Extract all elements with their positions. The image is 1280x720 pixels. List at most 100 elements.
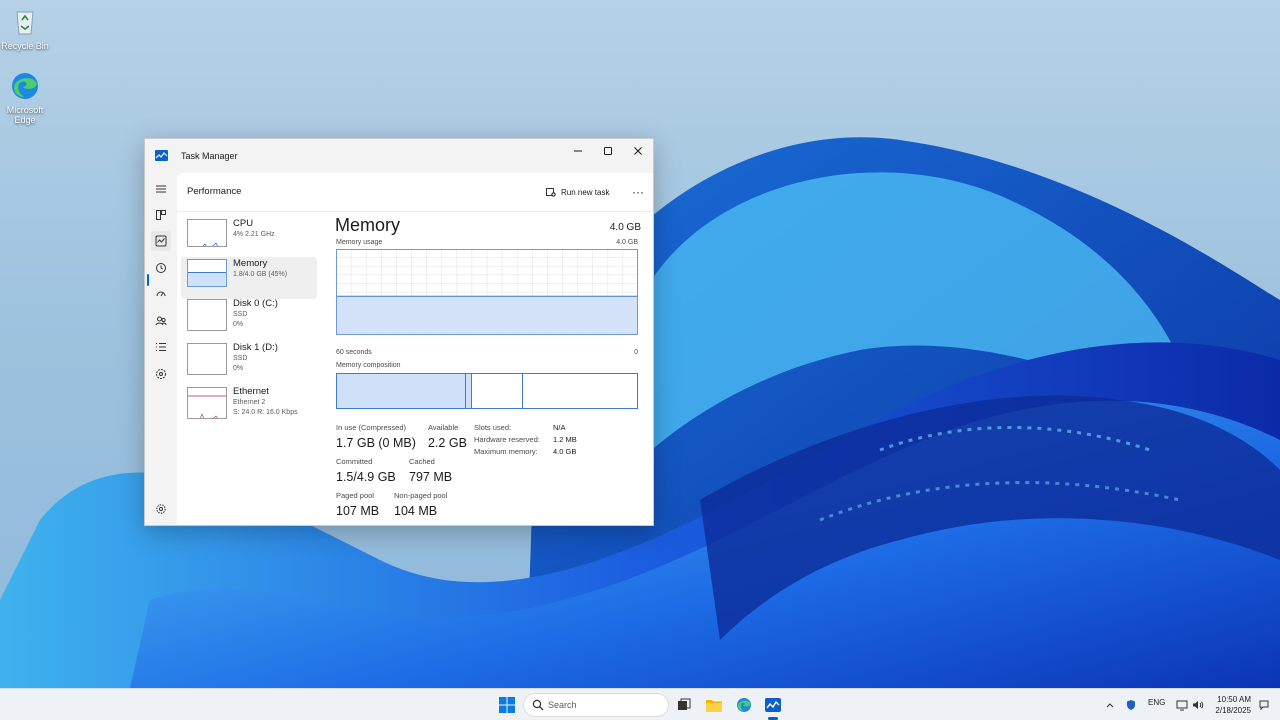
hardware-reserved-value: 1.2 MB: [553, 435, 577, 444]
slots-used-value: N/A: [553, 423, 566, 432]
performance-icon: [155, 235, 167, 247]
notification-icon: [1259, 700, 1269, 711]
tray-security-button[interactable]: [1121, 695, 1141, 715]
hardware-reserved-label: Hardware reserved:: [474, 435, 540, 444]
paged-pool-label: Paged pool: [336, 491, 374, 500]
resource-ethernet[interactable]: Ethernet Ethernet 2 S: 24.0 R: 16.0 Kbps: [181, 385, 317, 427]
resource-name: CPU: [233, 218, 254, 229]
app-history-icon: [156, 263, 166, 273]
usage-graph-max: 4.0 GB: [616, 239, 638, 246]
show-hidden-icons-button[interactable]: [1100, 695, 1120, 715]
maximize-icon: [604, 147, 612, 155]
title-bar[interactable]: Task Manager: [145, 139, 653, 173]
clock-time[interactable]: 10:50 AM: [1201, 695, 1251, 704]
nav-performance[interactable]: [151, 231, 171, 251]
header-divider: [177, 211, 653, 212]
nav-menu-button[interactable]: [151, 179, 171, 199]
desktop-icon-edge[interactable]: Microsoft Edge: [0, 70, 50, 125]
settings-icon: [156, 504, 166, 514]
composition-standby[interactable]: [472, 374, 523, 408]
graph-axis-right: 0: [634, 349, 638, 356]
processes-icon: [156, 210, 166, 220]
resource-detail: SSD: [233, 355, 248, 362]
committed-value: 1.5/4.9 GB: [336, 470, 396, 484]
resource-detail: 4% 2.21 GHz: [233, 231, 275, 238]
paged-pool-value: 107 MB: [336, 504, 380, 518]
composition-in-use[interactable]: [337, 374, 466, 408]
run-new-task-button[interactable]: Run new task: [546, 183, 609, 201]
resource-detail: SSD: [233, 311, 248, 318]
usage-graph-label: Memory usage: [336, 239, 383, 246]
resource-detail: 1.8/4.0 GB (45%): [233, 271, 288, 278]
task-view-icon: [678, 698, 691, 710]
nav-processes[interactable]: [151, 205, 171, 225]
minimize-button[interactable]: [563, 141, 593, 161]
navigation-rail: [145, 173, 177, 525]
cpu-thumbnail-graph: [187, 219, 227, 247]
slots-used-label: Slots used:: [474, 423, 512, 432]
memory-usage-graph: [336, 249, 638, 335]
composition-label: Memory composition: [336, 362, 401, 369]
nav-details[interactable]: [151, 337, 171, 357]
taskbar-search-box[interactable]: Search: [523, 693, 669, 717]
recycle-bin-label: Recycle Bin: [1, 41, 49, 51]
graph-axis-left: 60 seconds: [336, 349, 372, 356]
task-view-button[interactable]: [674, 695, 694, 715]
input-language[interactable]: ENG: [1148, 698, 1165, 707]
resource-memory[interactable]: Memory 1.8/4.0 GB (45%): [181, 257, 317, 299]
resource-disk-1[interactable]: Disk 1 (D:) SSD 0%: [181, 341, 317, 383]
users-icon: [155, 316, 167, 326]
memory-total: 4.0 GB: [609, 222, 641, 233]
file-explorer-icon: [706, 700, 722, 712]
performance-panel: Performance Run new task ··· CPU 4% 2.21…: [177, 173, 653, 525]
in-use-value: 1.7 GB (0 MB): [336, 436, 416, 450]
resource-name: Memory: [233, 258, 268, 269]
clock-date[interactable]: 2/18/2025: [1201, 706, 1251, 715]
cached-label: Cached: [409, 457, 435, 466]
details-icon: [156, 343, 166, 351]
nav-services[interactable]: [151, 364, 171, 384]
memory-thumbnail-graph: [187, 259, 227, 287]
taskbar: Search ENG 10:50 AM 2/18/2025: [0, 688, 1280, 720]
maximum-memory-label: Maximum memory:: [474, 447, 538, 456]
chevron-up-icon: [1106, 703, 1114, 708]
hamburger-menu-icon: [156, 185, 166, 193]
composition-free[interactable]: [523, 374, 637, 408]
resource-name: Ethernet: [233, 386, 269, 397]
nav-startup-apps[interactable]: [151, 284, 171, 304]
task-manager-taskbar-button[interactable]: [763, 695, 783, 715]
close-icon: [634, 147, 642, 155]
start-button[interactable]: [497, 695, 517, 715]
file-explorer-button[interactable]: [704, 695, 724, 715]
services-icon: [156, 369, 166, 379]
close-button[interactable]: [623, 141, 653, 161]
nav-settings[interactable]: [151, 499, 171, 519]
task-manager-app-icon: [155, 150, 168, 161]
available-label: Available: [428, 423, 459, 432]
resource-usage: 0%: [233, 321, 244, 328]
ethernet-thumbnail-graph: [187, 387, 227, 419]
security-icon: [1127, 700, 1135, 710]
edge-icon: [737, 698, 751, 712]
maximum-memory-value: 4.0 GB: [553, 447, 577, 456]
memory-composition-bar: [336, 373, 638, 409]
notifications-button[interactable]: [1254, 695, 1274, 715]
resource-throughput: S: 24.0 R: 16.0 Kbps: [233, 409, 298, 416]
windows-start-icon: [499, 697, 515, 713]
more-options-button[interactable]: ···: [630, 183, 646, 201]
nav-active-indicator: [147, 274, 149, 286]
startup-apps-icon: [156, 291, 166, 297]
nav-app-history[interactable]: [151, 258, 171, 278]
desktop-icon-recycle-bin[interactable]: Recycle Bin: [0, 6, 50, 51]
resource-name: Disk 1 (D:): [233, 342, 278, 353]
nav-users[interactable]: [151, 311, 171, 331]
resource-usage: 0%: [233, 365, 244, 372]
run-new-task-label: Run new task: [561, 187, 610, 197]
resource-cpu[interactable]: CPU 4% 2.21 GHz: [181, 217, 317, 259]
disk1-thumbnail-graph: [187, 343, 227, 375]
memory-detail: Memory 4.0 GB Memory usage 4.0 GB 60 sec…: [335, 215, 645, 518]
edge-taskbar-button[interactable]: [734, 695, 754, 715]
maximize-button[interactable]: [593, 141, 623, 161]
search-placeholder: Search: [548, 700, 577, 710]
resource-disk-0[interactable]: Disk 0 (C:) SSD 0%: [181, 297, 317, 339]
